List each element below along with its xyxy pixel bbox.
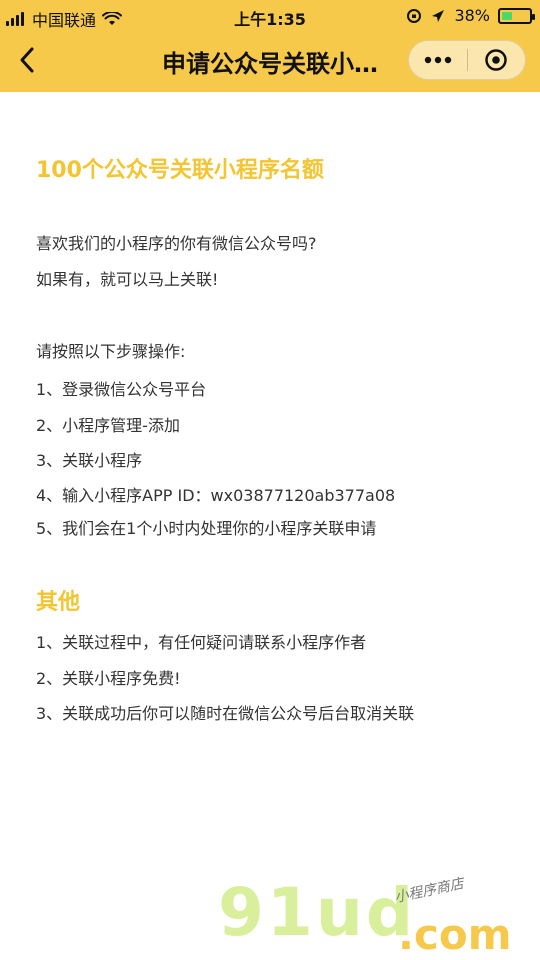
other-heading: 其他 xyxy=(36,590,81,615)
rotation-lock-icon xyxy=(407,8,422,23)
location-icon xyxy=(432,9,445,22)
battery-icon xyxy=(498,7,535,24)
more-button[interactable] xyxy=(409,41,467,79)
step-item: 5、我们会在1个小时内处理你的小程序关联申请 xyxy=(36,519,377,538)
status-right: 38% xyxy=(406,6,535,25)
other-item: 3、关联成功后你可以随时在微信公众号后台取消关联 xyxy=(36,704,415,723)
close-button[interactable] xyxy=(467,41,525,79)
top-bar: 中国联通 上午1:35 38% 申请公众号关联小… xyxy=(0,0,540,92)
watermark-domain: .com xyxy=(398,910,512,959)
close-target-icon xyxy=(485,49,507,71)
battery-percent: 38% xyxy=(454,6,490,25)
nav-bar: 申请公众号关联小… xyxy=(0,30,540,92)
more-dots-icon xyxy=(424,56,451,64)
mini-program-capsule xyxy=(408,40,526,80)
step-item: 3、关联小程序 xyxy=(36,451,143,470)
other-item: 1、关联过程中，有任何疑问请联系小程序作者 xyxy=(36,633,367,652)
intro-line: 如果有，就可以马上关联! xyxy=(36,270,219,289)
step-item: 4、输入小程序APP ID：wx03877120ab377a08 xyxy=(36,486,396,505)
status-bar: 中国联通 上午1:35 38% xyxy=(0,0,540,30)
intro-line: 喜欢我们的小程序的你有微信公众号吗? xyxy=(36,234,317,253)
other-item: 2、关联小程序免费! xyxy=(36,669,181,688)
screen: 中国联通 上午1:35 38% 申请公众号关联小… 100个公众号关联小程序名额… xyxy=(0,0,540,960)
watermark: 91ud 小程序商店 .com xyxy=(218,874,528,960)
content: 100个公众号关联小程序名额 喜欢我们的小程序的你有微信公众号吗? 如果有，就可… xyxy=(0,92,540,960)
watermark-text: 91ud xyxy=(218,874,417,951)
battery-fill xyxy=(502,11,512,20)
step-item: 1、登录微信公众号平台 xyxy=(36,380,207,399)
step-item: 2、小程序管理-添加 xyxy=(36,416,180,435)
steps-title: 请按照以下步骤操作: xyxy=(36,342,186,361)
main-heading: 100个公众号关联小程序名额 xyxy=(36,158,324,183)
